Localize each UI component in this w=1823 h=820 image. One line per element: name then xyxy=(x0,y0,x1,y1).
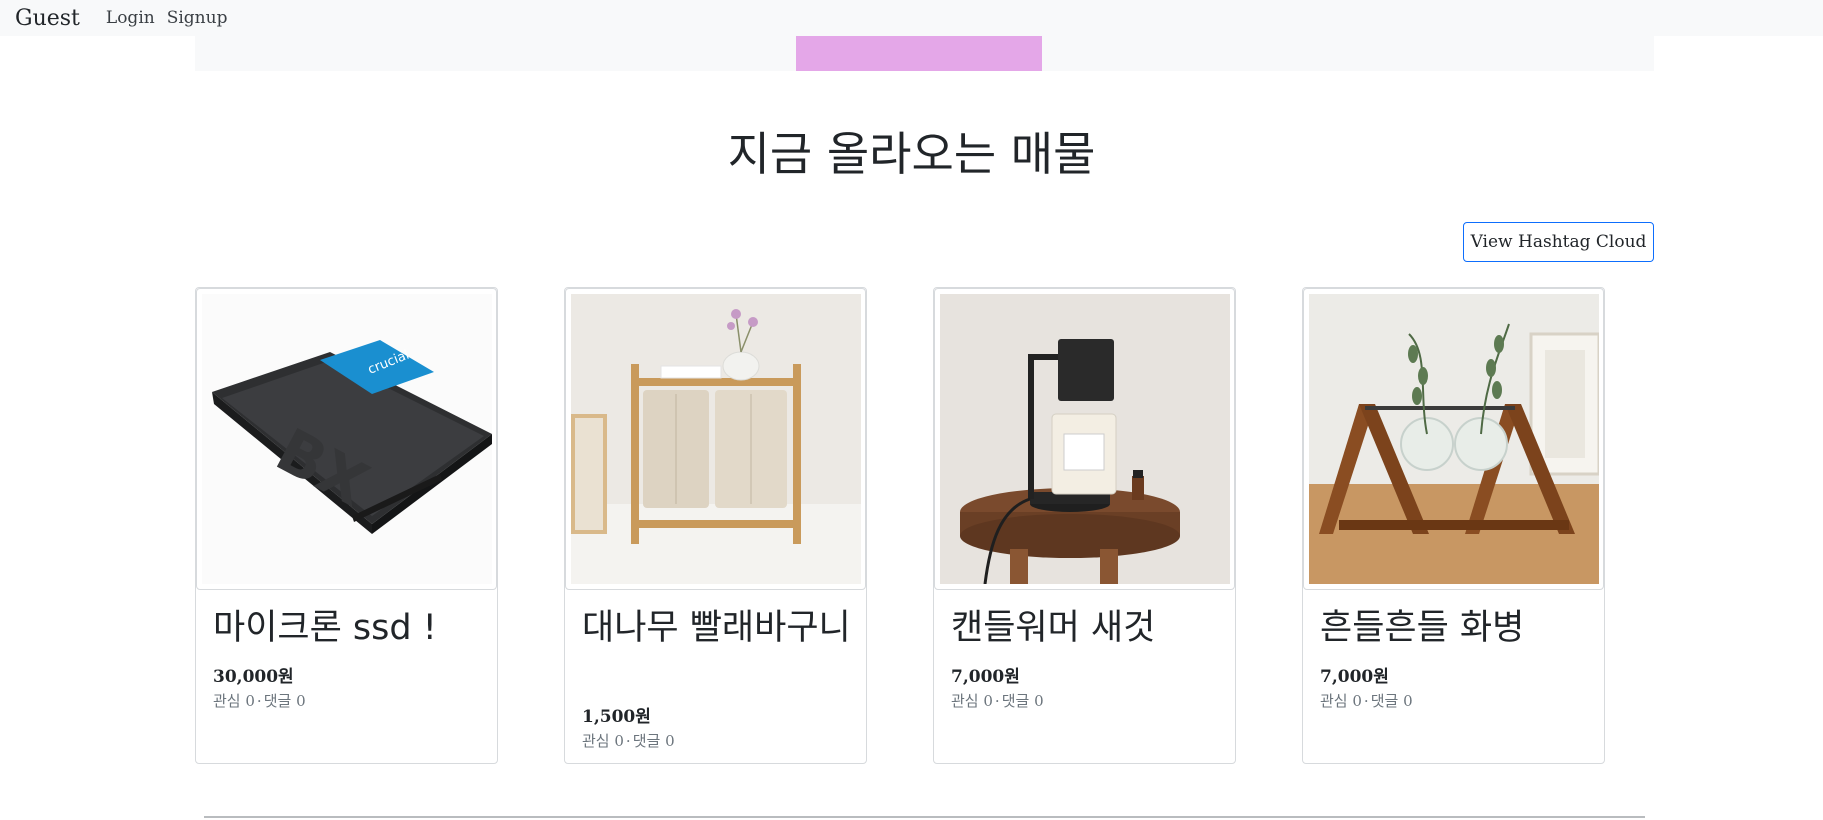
meta-separator: · xyxy=(625,732,631,750)
listing-price: 1,500원 xyxy=(582,707,651,727)
listing-title: 캔들워머 새것 xyxy=(951,608,1156,648)
listing-meta: 관심 0 · 댓글 0 xyxy=(1320,690,1413,711)
listing-title: 흔들흔들 화병 xyxy=(1320,608,1525,648)
listing-card[interactable]: 대나무 빨래바구니 1,500원 관심 0 · 댓글 0 xyxy=(564,287,867,764)
meta-separator: · xyxy=(994,692,1000,710)
page-title: 지금 올라오는 매물 xyxy=(727,127,1096,181)
listing-card[interactable]: 흔들흔들 화병 7,000원 관심 0 · 댓글 0 xyxy=(1302,287,1605,764)
comment-count: 댓글 0 xyxy=(632,732,675,750)
comment-count: 댓글 0 xyxy=(1370,692,1413,710)
listing-card[interactable]: crucial BX 마이크론 ssd ! 30,000원 관심 0 · 댓글 0 xyxy=(195,287,498,764)
signup-link[interactable]: Signup xyxy=(167,8,228,28)
interest-count: 관심 0 xyxy=(213,692,255,710)
listing-title: 마이크론 ssd ! xyxy=(213,608,437,648)
listing-meta: 관심 0 · 댓글 0 xyxy=(213,690,306,711)
interest-count: 관심 0 xyxy=(1320,692,1362,710)
laundry-basket-image[interactable] xyxy=(571,294,861,584)
top-navbar: Guest Login Signup xyxy=(0,0,1823,36)
listing-image-frame: crucial BX xyxy=(196,288,497,590)
navbar-brand[interactable]: Guest xyxy=(15,6,80,31)
interest-count: 관심 0 xyxy=(582,732,624,750)
listing-image-frame xyxy=(565,288,866,590)
view-hashtag-cloud-button[interactable]: View Hashtag Cloud xyxy=(1463,222,1654,262)
listing-price: 30,000원 xyxy=(213,667,294,687)
listing-meta: 관심 0 · 댓글 0 xyxy=(582,730,675,751)
interest-count: 관심 0 xyxy=(951,692,993,710)
listing-price: 7,000원 xyxy=(951,667,1020,687)
candle-warmer-image[interactable] xyxy=(940,294,1230,584)
comment-count: 댓글 0 xyxy=(1001,692,1044,710)
listing-meta: 관심 0 · 댓글 0 xyxy=(951,690,1044,711)
meta-separator: · xyxy=(256,692,262,710)
ssd-image[interactable]: crucial BX xyxy=(202,294,492,584)
login-link[interactable]: Login xyxy=(106,8,155,28)
meta-separator: · xyxy=(1363,692,1369,710)
listing-image-frame xyxy=(1303,288,1604,590)
listing-price: 7,000원 xyxy=(1320,667,1389,687)
listing-image-frame xyxy=(934,288,1235,590)
banner-accent-block xyxy=(796,36,1042,71)
listing-card[interactable]: 캔들워머 새것 7,000원 관심 0 · 댓글 0 xyxy=(933,287,1236,764)
listing-title: 대나무 빨래바구니 xyxy=(582,608,851,648)
footer-divider xyxy=(204,816,1645,818)
comment-count: 댓글 0 xyxy=(263,692,306,710)
swing-vase-image[interactable] xyxy=(1309,294,1599,584)
